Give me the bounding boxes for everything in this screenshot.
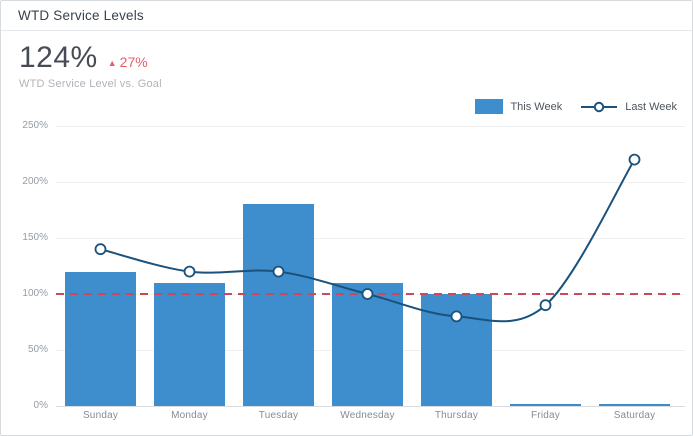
bar-wednesday[interactable] xyxy=(332,283,403,406)
bar-monday[interactable] xyxy=(154,283,225,406)
x-axis-label-sunday: Sunday xyxy=(56,410,145,421)
line-marker-wednesday[interactable] xyxy=(363,289,373,299)
wtd-service-levels-card: WTD Service Levels 124% ▲27% WTD Service… xyxy=(0,0,693,436)
line-marker-friday[interactable] xyxy=(541,300,551,310)
bar-saturday[interactable] xyxy=(599,404,670,406)
chart-plot-area: 0% 50% 100% 150% 200% 250% SundayMondayTuesday… xyxy=(1,1,693,436)
line-marker-saturday[interactable] xyxy=(630,155,640,165)
line-marker-tuesday[interactable] xyxy=(274,267,284,277)
line-marker-thursday[interactable] xyxy=(452,311,462,321)
y-axis-label-100: 100% xyxy=(1,288,48,299)
x-axis-label-wednesday: Wednesday xyxy=(323,410,412,421)
y-axis-label-0: 0% xyxy=(1,400,48,411)
line-marker-monday[interactable] xyxy=(185,267,195,277)
y-axis-label-150: 150% xyxy=(1,232,48,243)
bar-friday[interactable] xyxy=(510,404,581,406)
x-axis-label-friday: Friday xyxy=(501,410,590,421)
x-axis-label-saturday: Saturday xyxy=(590,410,679,421)
y-axis-label-250: 250% xyxy=(1,120,48,131)
x-axis-label-thursday: Thursday xyxy=(412,410,501,421)
line-marker-sunday[interactable] xyxy=(96,244,106,254)
y-axis-label-200: 200% xyxy=(1,176,48,187)
gridline-250 xyxy=(56,126,685,127)
gridline-150 xyxy=(56,238,685,239)
x-axis-label-tuesday: Tuesday xyxy=(234,410,323,421)
x-axis-label-monday: Monday xyxy=(145,410,234,421)
bar-sunday[interactable] xyxy=(65,272,136,406)
y-axis-label-50: 50% xyxy=(1,344,48,355)
gridline-200 xyxy=(56,182,685,183)
bar-tuesday[interactable] xyxy=(243,204,314,406)
